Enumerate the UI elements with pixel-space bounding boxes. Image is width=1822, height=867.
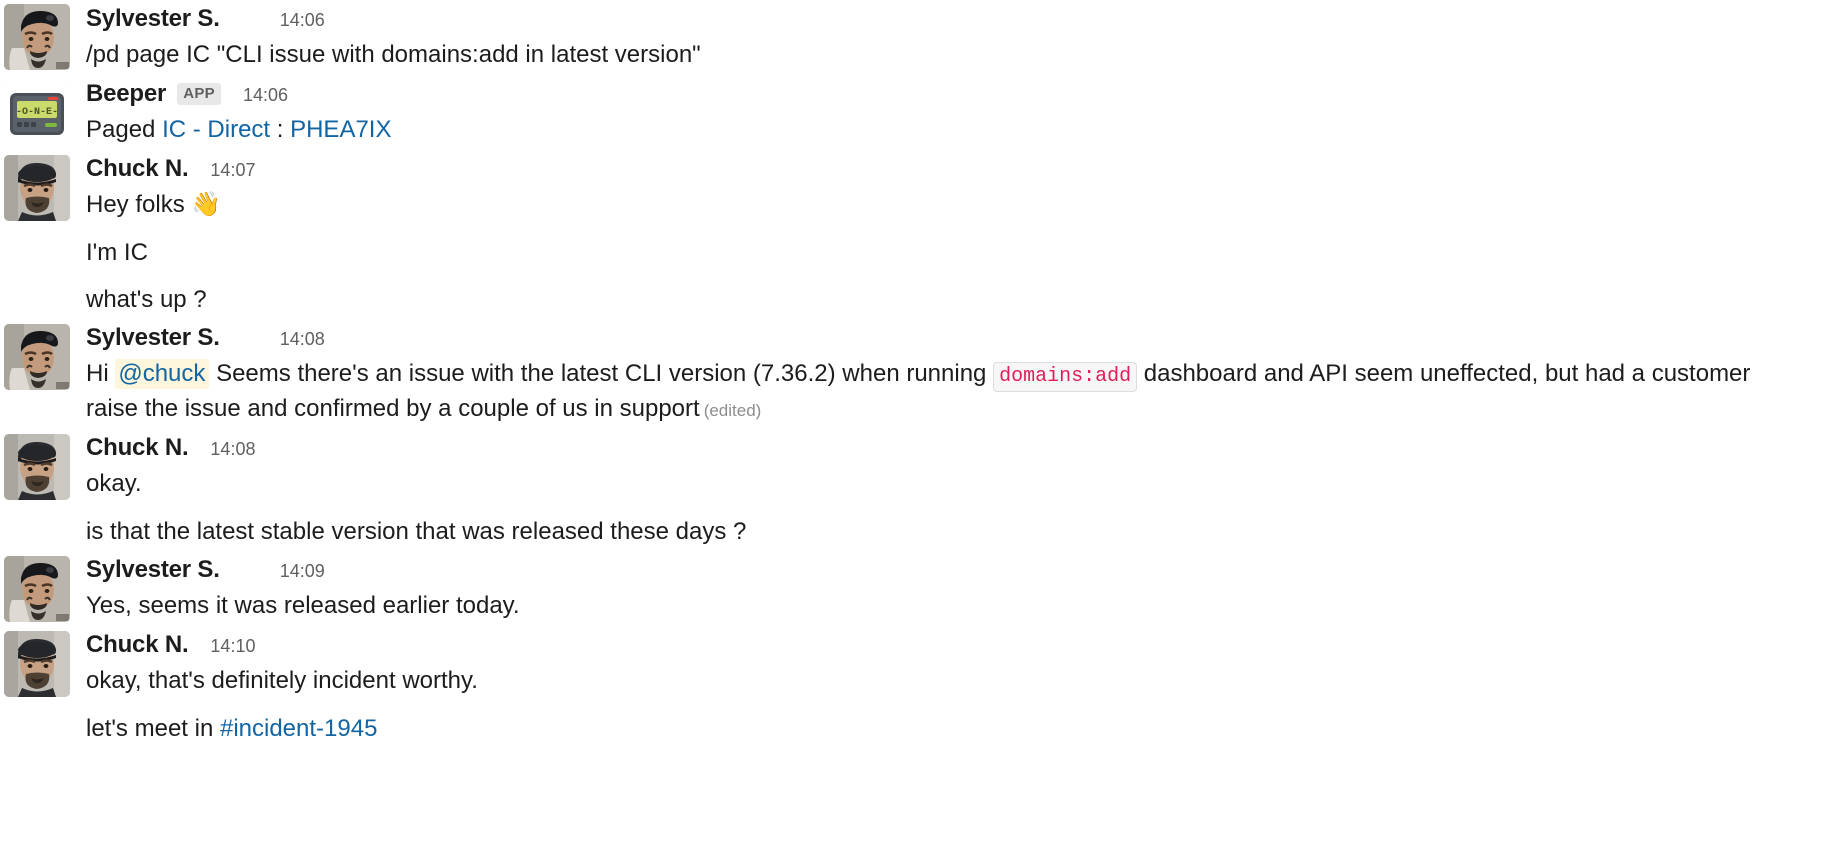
message-body: okay. bbox=[86, 469, 142, 497]
message-body: /pd page IC "CLI issue with domains:add … bbox=[86, 41, 701, 68]
paged-label: Paged bbox=[86, 116, 163, 144]
avatar[interactable] bbox=[4, 324, 70, 391]
message-list: Sylvester S. 14:06 /pd page IC "CLI issu… bbox=[0, 0, 1822, 749]
message-text: Hey folks bbox=[86, 191, 192, 219]
message-text-part: Seems there's an issue with the latest C… bbox=[209, 360, 994, 388]
message-header: Beeper APP 14:06 bbox=[86, 80, 1804, 110]
paged-target-link[interactable]: IC - Direct bbox=[162, 116, 270, 143]
chuck-avatar-icon bbox=[4, 631, 70, 698]
message-timestamp[interactable]: 14:06 bbox=[243, 85, 288, 107]
user-mention[interactable]: @chuck bbox=[115, 359, 210, 390]
inline-code-snippet: domains:add bbox=[993, 362, 1138, 393]
avatar[interactable]: -O-N-E- bbox=[4, 80, 70, 147]
message-timestamp[interactable]: 14:07 bbox=[210, 160, 255, 182]
avatar[interactable] bbox=[4, 4, 70, 70]
message-item: Sylvester S. 14:06 /pd page IC "CLI issu… bbox=[0, 0, 1822, 76]
message-item: Chuck N. 14:08 okay. bbox=[0, 430, 1822, 505]
sylvester-avatar-icon bbox=[4, 556, 70, 623]
message-item-continuation: what's up ? bbox=[0, 273, 1822, 320]
channel-link[interactable]: #incident-1945 bbox=[220, 715, 377, 742]
message-item-continuation: let's meet in #incident-1945 bbox=[0, 702, 1822, 749]
message-header: Chuck N. 14:10 bbox=[86, 631, 1804, 661]
sylvester-avatar-icon bbox=[4, 4, 70, 70]
message-item-continuation: is that the latest stable version that w… bbox=[0, 505, 1822, 552]
message-body: Hi @chuck Seems there's an issue with th… bbox=[86, 357, 1804, 425]
message-timestamp[interactable]: 14:09 bbox=[280, 561, 325, 583]
message-body: Hey folks 👋 bbox=[86, 188, 1804, 222]
avatar[interactable] bbox=[4, 433, 70, 500]
app-badge: APP bbox=[177, 83, 221, 106]
message-author[interactable]: Sylvester S. bbox=[86, 556, 220, 585]
message-item: Chuck N. 14:07 Hey folks 👋 bbox=[0, 151, 1822, 226]
paged-separator: : bbox=[270, 116, 291, 144]
message-author[interactable]: Beeper bbox=[86, 80, 166, 109]
message-timestamp[interactable]: 14:06 bbox=[280, 10, 325, 32]
message-text-part: let's meet in bbox=[86, 715, 220, 743]
edited-label: (edited) bbox=[703, 400, 762, 420]
beeper-pager-avatar-icon: -O-N-E- bbox=[4, 80, 70, 147]
message-author[interactable]: Sylvester S. bbox=[86, 5, 220, 34]
avatar[interactable] bbox=[4, 556, 70, 623]
message-body: let's meet in #incident-1945 bbox=[86, 712, 1804, 746]
chuck-avatar-icon bbox=[4, 155, 70, 222]
greeting-text: Hi bbox=[86, 360, 116, 388]
message-header: Chuck N. 14:07 bbox=[86, 155, 1804, 185]
message-item: -O-N-E- Beeper APP 14:06 Paged IC - Dire… bbox=[0, 76, 1822, 151]
message-body: what's up ? bbox=[86, 286, 207, 314]
message-author[interactable]: Sylvester S. bbox=[86, 324, 220, 353]
message-author[interactable]: Chuck N. bbox=[86, 155, 189, 184]
message-header: Chuck N. 14:08 bbox=[86, 434, 1804, 464]
message-author[interactable]: Chuck N. bbox=[86, 631, 189, 660]
sylvester-avatar-icon bbox=[4, 324, 70, 391]
message-item: Sylvester S. 14:08 Hi @chuck Seems there… bbox=[0, 320, 1822, 429]
message-author[interactable]: Chuck N. bbox=[86, 434, 189, 463]
message-body: Yes, seems it was released earlier today… bbox=[86, 592, 520, 620]
message-body: Paged IC - Direct : PHEA7IX bbox=[86, 113, 1804, 147]
message-item: Chuck N. 14:10 okay, that's definitely i… bbox=[0, 627, 1822, 702]
message-timestamp[interactable]: 14:10 bbox=[210, 636, 255, 658]
avatar[interactable] bbox=[4, 155, 70, 222]
incident-key-link[interactable]: PHEA7IX bbox=[290, 116, 391, 143]
message-header: Sylvester S. 14:06 bbox=[86, 5, 1804, 35]
message-body: I'm IC bbox=[86, 239, 148, 267]
message-body: is that the latest stable version that w… bbox=[86, 517, 747, 545]
message-item-continuation: I'm IC bbox=[0, 226, 1822, 273]
message-timestamp[interactable]: 14:08 bbox=[280, 329, 325, 351]
message-item: Sylvester S. 14:09 Yes, seems it was rel… bbox=[0, 552, 1822, 627]
message-timestamp[interactable]: 14:08 bbox=[210, 439, 255, 461]
message-body: okay, that's definitely incident worthy. bbox=[86, 667, 478, 695]
avatar[interactable] bbox=[4, 631, 70, 698]
waving-hand-emoji: 👋 bbox=[191, 191, 222, 219]
chuck-avatar-icon bbox=[4, 433, 70, 500]
message-header: Sylvester S. 14:08 bbox=[86, 324, 1804, 354]
message-header: Sylvester S. 14:09 bbox=[86, 556, 1804, 586]
svg-text:-O-N-E-: -O-N-E- bbox=[16, 107, 58, 118]
